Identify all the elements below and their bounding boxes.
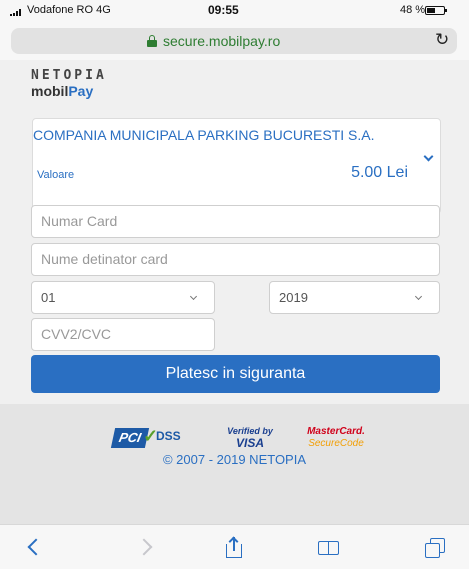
pci-dss-logo: PCI ✓ DSS bbox=[110, 424, 193, 452]
exp-year-value: 2019 bbox=[279, 290, 308, 305]
clock: 09:55 bbox=[208, 3, 239, 17]
url-field[interactable]: secure.mobilpay.ro ↻ bbox=[11, 28, 457, 54]
chevron-down-icon bbox=[414, 292, 423, 301]
exp-year-select[interactable]: 2019 bbox=[269, 281, 440, 314]
netopia-logo: NETOPIA bbox=[31, 68, 107, 83]
card-holder-field[interactable]: Nume detinator card bbox=[31, 243, 440, 276]
mastercard-securecode-logo: MasterCard. SecureCode bbox=[307, 426, 365, 449]
exp-month-value: 01 bbox=[41, 290, 56, 305]
lock-icon bbox=[147, 35, 157, 47]
carrier-label: Vodafone RO 4G bbox=[27, 4, 111, 16]
bookmarks-icon[interactable] bbox=[318, 537, 342, 559]
back-icon[interactable] bbox=[22, 537, 46, 559]
forward-icon[interactable] bbox=[136, 537, 160, 559]
mobilpay-logo: mobilPay bbox=[31, 83, 94, 99]
url-text: secure.mobilpay.ro bbox=[163, 33, 281, 49]
reload-icon[interactable]: ↻ bbox=[435, 30, 449, 50]
battery-icon bbox=[425, 6, 447, 15]
signal-icon bbox=[10, 9, 24, 16]
merchant-summary[interactable]: COMPANIA MUNICIPALA PARKING BUCURESTI S.… bbox=[32, 118, 441, 214]
chevron-down-icon[interactable] bbox=[423, 151, 434, 162]
cvv-field[interactable]: CVV2/CVC bbox=[31, 318, 215, 351]
battery-percent: 48 % bbox=[400, 4, 426, 16]
security-footer: PCI ✓ DSS Verified by VISA MasterCard. S… bbox=[0, 404, 469, 524]
browser-toolbar bbox=[0, 524, 469, 569]
copyright-text: © 2007 - 2019 NETOPIA bbox=[162, 452, 307, 467]
payment-page: NETOPIA mobilPay COMPANIA MUNICIPALA PAR… bbox=[0, 60, 469, 404]
verified-by-visa-logo: Verified by VISA bbox=[227, 426, 273, 450]
chevron-down-icon bbox=[189, 292, 198, 301]
amount-value: 5.00 Lei bbox=[351, 164, 408, 181]
exp-month-select[interactable]: 01 bbox=[31, 281, 215, 314]
amount-label: Valoare bbox=[37, 169, 75, 181]
merchant-name: COMPANIA MUNICIPALA PARKING BUCURESTI S.… bbox=[33, 127, 375, 143]
browser-address-bar: secure.mobilpay.ro ↻ bbox=[0, 22, 469, 60]
pay-securely-button[interactable]: Platesc in siguranta bbox=[31, 355, 440, 393]
share-icon[interactable] bbox=[224, 536, 248, 559]
status-bar: Vodafone RO 4G 09:55 48 % bbox=[0, 0, 469, 22]
tabs-icon[interactable] bbox=[425, 537, 449, 559]
card-number-field[interactable]: Numar Card bbox=[31, 205, 440, 238]
security-badges: PCI ✓ DSS Verified by VISA MasterCard. S… bbox=[0, 424, 469, 454]
